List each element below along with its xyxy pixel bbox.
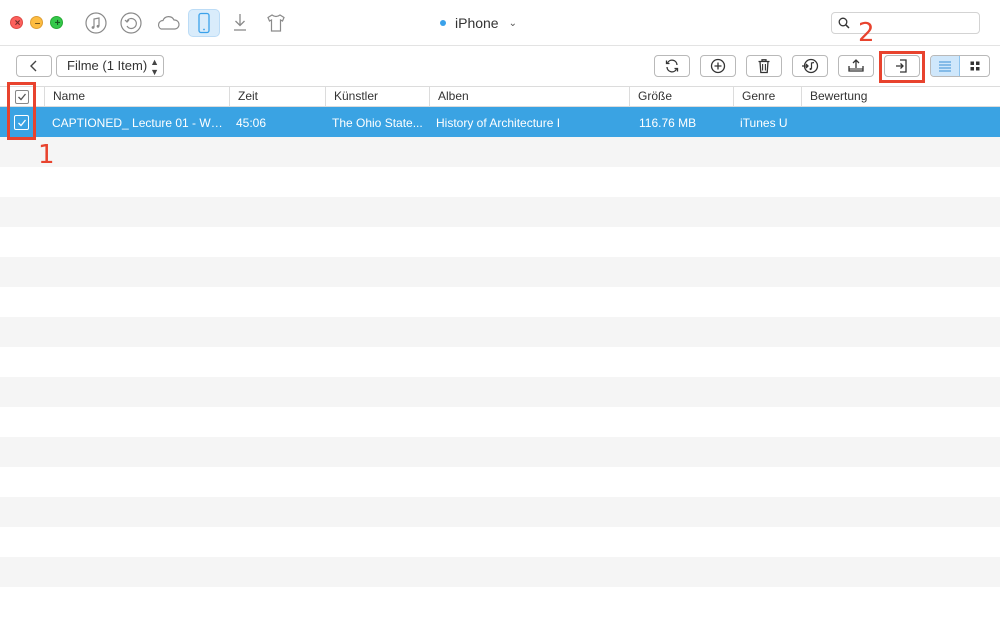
to-itunes-icon bbox=[802, 58, 819, 74]
empty-row bbox=[0, 227, 1000, 257]
list-view-button[interactable] bbox=[931, 56, 961, 76]
table-header: Name Zeit Künstler Alben Größe Genre Bew… bbox=[0, 86, 1000, 107]
music-icon[interactable] bbox=[80, 9, 112, 37]
grid-view-button[interactable] bbox=[960, 56, 989, 76]
column-header-size[interactable]: Größe bbox=[629, 87, 733, 106]
category-filter-select[interactable]: Filme (1 Item) ▲ ▼ bbox=[56, 55, 164, 77]
to-itunes-button[interactable] bbox=[792, 55, 828, 77]
delete-button[interactable] bbox=[746, 55, 782, 77]
cloud-icon[interactable] bbox=[152, 9, 184, 37]
column-header-rating[interactable]: Bewertung bbox=[801, 87, 1000, 106]
phone-icon[interactable] bbox=[188, 9, 220, 37]
cell-artist: The Ohio State... bbox=[332, 116, 423, 130]
chevron-down-icon: ⌄ bbox=[508, 17, 517, 29]
search-icon bbox=[838, 17, 850, 29]
add-icon bbox=[710, 58, 726, 74]
column-header-time[interactable]: Zeit bbox=[229, 87, 325, 106]
cell-genre: iTunes U bbox=[740, 116, 788, 130]
view-mode-toggle bbox=[930, 55, 990, 77]
grid-view-icon bbox=[970, 61, 979, 71]
list-view-icon bbox=[939, 61, 951, 72]
cell-name: CAPTIONED_ Lecture 01 - Wh... bbox=[52, 116, 227, 130]
export-to-device-button[interactable] bbox=[838, 55, 874, 77]
title-bar: × – + iPhone ⌄ bbox=[0, 0, 1000, 46]
back-button[interactable] bbox=[16, 55, 52, 77]
empty-row bbox=[0, 437, 1000, 467]
empty-row bbox=[0, 467, 1000, 497]
restore-icon[interactable] bbox=[115, 9, 147, 37]
empty-row bbox=[0, 137, 1000, 167]
empty-row bbox=[0, 257, 1000, 287]
cell-time: 45:06 bbox=[236, 116, 267, 130]
empty-row bbox=[0, 497, 1000, 527]
device-name: iPhone bbox=[455, 15, 499, 31]
refresh-button[interactable] bbox=[654, 55, 690, 77]
column-header-name[interactable]: Name bbox=[44, 87, 229, 106]
device-selector[interactable]: iPhone ⌄ bbox=[440, 13, 517, 33]
callout-number-step-1: 1 bbox=[38, 140, 55, 170]
download-icon[interactable] bbox=[224, 9, 256, 37]
media-table: Name Zeit Künstler Alben Größe Genre Bew… bbox=[0, 86, 1000, 620]
maximize-window-button[interactable]: + bbox=[50, 16, 63, 29]
add-button[interactable] bbox=[700, 55, 736, 77]
refresh-icon bbox=[665, 59, 679, 73]
empty-row bbox=[0, 197, 1000, 227]
callout-box-step-1 bbox=[7, 82, 36, 140]
empty-row bbox=[0, 527, 1000, 557]
empty-row bbox=[0, 557, 1000, 587]
minimize-window-button[interactable]: – bbox=[30, 16, 43, 29]
empty-row bbox=[0, 167, 1000, 197]
updown-arrows-icon: ▲ ▼ bbox=[150, 57, 159, 77]
empty-row bbox=[0, 587, 1000, 617]
empty-row bbox=[0, 347, 1000, 377]
close-window-button[interactable]: × bbox=[10, 16, 23, 29]
empty-row bbox=[0, 317, 1000, 347]
toolbar: Filme (1 Item) ▲ ▼ bbox=[0, 46, 1000, 86]
search-box[interactable] bbox=[831, 12, 980, 34]
empty-row bbox=[0, 287, 1000, 317]
empty-row bbox=[0, 377, 1000, 407]
column-header-genre[interactable]: Genre bbox=[733, 87, 801, 106]
category-filter-label: Filme (1 Item) bbox=[67, 58, 148, 73]
cell-rating bbox=[808, 107, 998, 137]
empty-row bbox=[0, 407, 1000, 437]
table-row[interactable]: CAPTIONED_ Lecture 01 - Wh... 45:06 The … bbox=[0, 107, 1000, 137]
trash-icon bbox=[758, 59, 770, 74]
column-header-album[interactable]: Alben bbox=[429, 87, 629, 106]
export-to-device-icon bbox=[848, 59, 864, 72]
cell-album: History of Architecture I bbox=[436, 116, 561, 130]
column-header-artist[interactable]: Künstler bbox=[325, 87, 429, 106]
callout-box-step-2 bbox=[879, 51, 925, 83]
shirt-icon[interactable] bbox=[260, 9, 292, 37]
cell-size: 116.76 MB bbox=[639, 116, 697, 130]
device-connected-indicator bbox=[440, 20, 446, 26]
chevron-left-icon bbox=[30, 60, 37, 72]
callout-number-step-2: 2 bbox=[858, 18, 875, 48]
